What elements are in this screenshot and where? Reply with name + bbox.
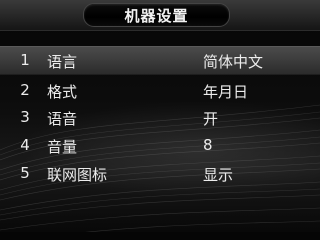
menu-item-format[interactable]: 2 格式 年月日	[0, 77, 320, 104]
menu-item-label: 联网图标	[47, 166, 108, 184]
menu-item-index: 4	[20, 136, 30, 154]
menu-item-label: 语言	[47, 53, 78, 71]
menu-item-index: 2	[20, 81, 30, 99]
menu-item-value: 简体中文	[203, 53, 264, 71]
menu-item-network-icon[interactable]: 5 联网图标 显示	[0, 160, 320, 187]
menu-item-label: 语音	[47, 110, 78, 128]
page-title: 机器设置	[83, 3, 230, 27]
menu-item-index: 1	[20, 51, 30, 69]
title-bar: 机器设置	[0, 0, 320, 31]
menu-item-label: 格式	[47, 83, 78, 101]
menu-item-label: 音量	[47, 138, 78, 156]
menu-item-index: 3	[20, 108, 30, 126]
menu-item-value: 显示	[203, 166, 234, 184]
menu-item-index: 5	[20, 164, 30, 182]
menu-item-value: 年月日	[203, 83, 249, 101]
menu-item-value: 开	[203, 110, 219, 128]
menu-item-language[interactable]: 1 语言 简体中文	[0, 46, 320, 75]
bottom-strip	[0, 232, 320, 240]
menu-item-volume[interactable]: 4 音量 8	[0, 132, 320, 159]
menu-item-voice[interactable]: 3 语音 开	[0, 104, 320, 131]
settings-screen: 机器设置 1 语言 简体中文 2 格式 年月日 3 语音 开 4 音量 8 5 …	[0, 0, 320, 240]
menu-item-value: 8	[203, 136, 213, 154]
